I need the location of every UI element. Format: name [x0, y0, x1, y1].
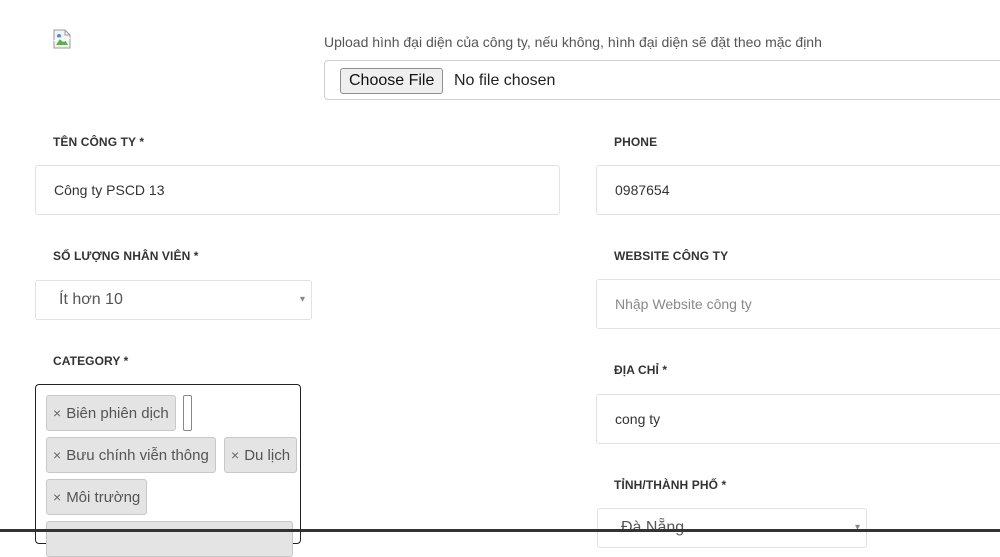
company-name-input[interactable]: Công ty PSCD 13 — [35, 165, 560, 215]
category-search-input[interactable] — [183, 395, 192, 431]
category-tag[interactable]: × Môi trường — [46, 479, 148, 515]
category-tag[interactable]: × Du lịch — [224, 437, 298, 473]
avatar-file-input[interactable]: Choose File No file chosen — [324, 60, 1000, 100]
category-tag-label: Bưu chính viễn thông — [66, 446, 209, 464]
remove-tag-icon[interactable]: × — [53, 405, 61, 421]
file-status: No file chosen — [454, 72, 556, 89]
chevron-down-icon: ▾ — [299, 294, 305, 305]
broken-image-icon — [53, 29, 71, 49]
website-label: WEBSITE CÔNG TY — [614, 249, 729, 263]
choose-file-button[interactable]: Choose File — [340, 68, 444, 94]
remove-tag-icon[interactable]: × — [231, 447, 239, 463]
website-input[interactable]: Nhập Website công ty — [596, 279, 1000, 329]
company-name-value: Công ty PSCD 13 — [54, 182, 165, 198]
address-input[interactable]: cong ty — [596, 394, 1000, 444]
category-label: CATEGORY * — [53, 354, 129, 368]
address-label: ĐỊA CHỈ * — [614, 363, 668, 377]
city-label: TỈNH/THÀNH PHỐ * — [614, 478, 727, 492]
company-name-label: TÊN CÔNG TY * — [53, 135, 145, 149]
category-tag-label: Du lịch — [244, 446, 291, 464]
category-tag[interactable] — [46, 521, 293, 557]
city-value: Đà Nẵng — [621, 519, 685, 536]
category-tag-label: Biên phiên dịch — [66, 404, 169, 422]
employees-label: SỐ LƯỢNG NHÂN VIÊN * — [53, 249, 199, 263]
employees-value: Ít hơn 10 — [59, 291, 123, 308]
category-multiselect[interactable]: × Biên phiên dịch × Bưu chính viễn thông… — [35, 384, 301, 557]
upload-hint: Upload hình đại diện của công ty, nếu kh… — [324, 34, 822, 50]
website-placeholder: Nhập Website công ty — [615, 296, 752, 312]
category-tag[interactable]: × Bưu chính viễn thông — [46, 437, 216, 473]
phone-label: PHONE — [614, 135, 658, 149]
address-value: cong ty — [615, 411, 661, 427]
phone-value: 0987654 — [615, 182, 670, 198]
phone-input[interactable]: 0987654 — [596, 165, 1000, 215]
category-tag-label: Môi trường — [66, 488, 141, 506]
city-select[interactable]: Đà Nẵng ▾ — [597, 508, 867, 548]
employees-select[interactable]: Ít hơn 10 ▾ — [35, 280, 312, 320]
category-tag[interactable]: × Biên phiên dịch — [46, 395, 176, 431]
remove-tag-icon[interactable]: × — [53, 489, 61, 505]
remove-tag-icon[interactable]: × — [53, 447, 61, 463]
